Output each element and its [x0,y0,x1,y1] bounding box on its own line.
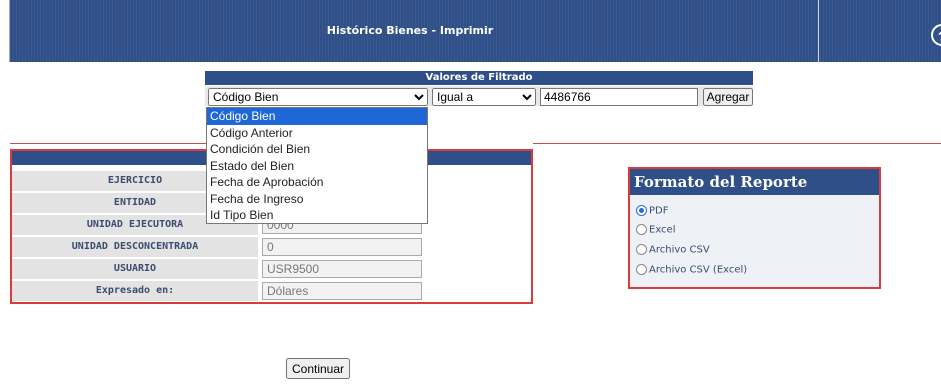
radio-icon[interactable] [636,264,647,275]
filter-value-input[interactable] [540,88,698,106]
dropdown-option[interactable]: Condición del Bien [207,141,427,158]
format-option-pdf[interactable]: PDF [636,205,668,223]
info-row-expresado: Expresado en: Dólares [12,281,531,302]
add-filter-button[interactable]: Agregar [703,88,753,106]
page-title: Histórico Bienes - Imprimir [326,24,494,37]
info-label: Expresado en: [12,281,258,301]
dropdown-option[interactable]: Código Bien [207,108,427,125]
report-format-panel: Formato del Reporte PDF Excel Archivo CS… [628,167,881,289]
info-row-unidad-desconcentrada: UNIDAD DESCONCENTRADA 0 [12,237,531,258]
help-icon[interactable]: ? [931,24,941,46]
field-dropdown-list: Código Bien Código Anterior Condición de… [206,107,428,224]
continue-button[interactable]: Continuar [286,358,350,379]
radio-icon[interactable] [636,224,647,235]
header-divider [818,0,819,62]
dropdown-option[interactable]: Código Anterior [207,125,427,142]
radio-icon[interactable] [636,244,647,255]
format-option-excel[interactable]: Excel [636,224,676,242]
filter-heading: Valores de Filtrado [205,71,753,85]
format-option-label: PDF [649,205,669,217]
moneda-field: Dólares [262,282,422,300]
info-row-usuario: USUARIO USR9500 [12,259,531,280]
report-format-heading: Formato del Reporte [630,169,879,195]
filter-operator-select[interactable]: Igual a [432,88,536,106]
dropdown-option[interactable]: Estado del Bien [207,158,427,175]
filter-field-select[interactable]: Código Bien [208,88,428,106]
usuario-field: USR9500 [262,260,422,278]
format-option-label: Archivo CSV [649,244,710,256]
section-divider-left [10,143,210,144]
format-option-csv[interactable]: Archivo CSV [636,244,710,262]
format-option-csv-excel[interactable]: Archivo CSV (Excel) [636,264,747,282]
format-option-label: Excel [649,224,676,236]
report-format-options: PDF Excel Archivo CSV Archivo CSV (Excel… [630,195,879,287]
dropdown-option[interactable]: Id Tipo Bien [207,207,427,224]
page-header: Histórico Bienes - Imprimir ? [9,0,941,62]
unidad-desconcentrada-field: 0 [262,238,422,256]
section-divider [533,143,941,144]
dropdown-option[interactable]: Fecha de Aprobación [207,174,427,191]
format-option-label: Archivo CSV (Excel) [649,264,748,276]
radio-selected-icon[interactable] [636,205,647,216]
dropdown-option[interactable]: Fecha de Ingreso [207,191,427,208]
info-label: USUARIO [12,259,258,279]
info-label: UNIDAD DESCONCENTRADA [12,237,258,257]
